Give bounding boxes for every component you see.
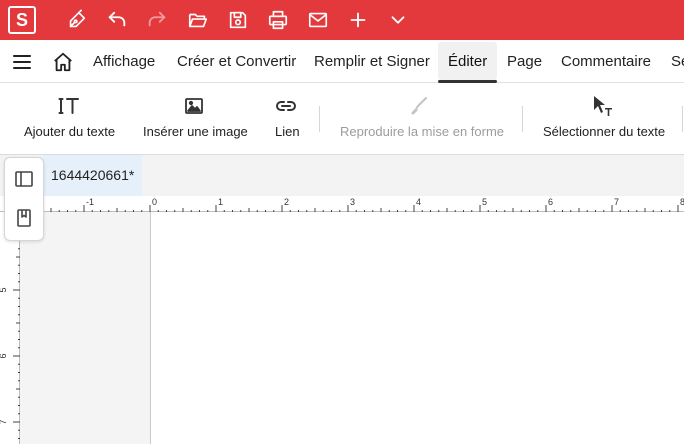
ruler-label: -1: [86, 197, 94, 207]
vertical-ruler: 5 6 7: [0, 212, 20, 444]
menu-tab-page[interactable]: Page: [507, 53, 542, 70]
ruler-label: 3: [350, 197, 355, 207]
link-button[interactable]: Lien: [266, 84, 308, 155]
vertical-ruler-graphic: 5 6 7: [0, 223, 20, 439]
menu-tab-editer[interactable]: Éditer: [448, 53, 487, 70]
menu-tab-affichage[interactable]: Affichage: [93, 53, 155, 70]
horizontal-ruler-graphic: -1 0 1 2 3 4 5 6 7 8: [25, 197, 684, 212]
ruler-label: 5: [0, 287, 8, 292]
menu-tab-creer-convertir[interactable]: Créer et Convertir: [177, 53, 296, 70]
ruler-label: 7: [614, 197, 619, 207]
print-icon[interactable]: [266, 8, 290, 32]
ruler-label: 6: [548, 197, 553, 207]
toolbar-separator: [522, 106, 523, 132]
ruler-label: 7: [0, 419, 8, 424]
add-text-label: Ajouter du texte: [24, 124, 116, 139]
document-page[interactable]: [150, 212, 684, 444]
toolbar-separator: [319, 106, 320, 132]
redo-icon: [145, 8, 169, 32]
toolbar-separator: [682, 106, 683, 132]
link-label: Lien: [275, 124, 300, 139]
undo-icon[interactable]: [105, 8, 129, 32]
insert-image-button[interactable]: Insérer une image: [136, 84, 254, 155]
image-icon: [182, 94, 206, 118]
save-icon[interactable]: [226, 8, 250, 32]
horizontal-ruler: -1 0 1 2 3 4 5 6 7 8: [0, 196, 684, 212]
side-panel: [4, 157, 44, 241]
add-text-icon: [57, 94, 81, 118]
insert-image-label: Insérer une image: [143, 124, 248, 139]
ruler-label: 0: [152, 197, 157, 207]
app-logo[interactable]: S: [8, 6, 36, 34]
format-painter-button: Reproduire la mise en forme: [332, 84, 510, 155]
ruler-label: 1: [218, 197, 223, 207]
chevron-down-icon[interactable]: [386, 8, 410, 32]
home-icon[interactable]: [52, 51, 74, 73]
bookmark-icon[interactable]: [14, 208, 34, 228]
ruler-label: 8: [680, 197, 684, 207]
document-tab-strip: 1644420661*: [0, 155, 684, 196]
pen-icon[interactable]: [65, 8, 89, 32]
format-painter-icon: [408, 94, 432, 118]
select-text-label: Sélectionner du texte: [543, 124, 666, 139]
ruler-label: 5: [482, 197, 487, 207]
link-icon: [274, 94, 298, 118]
canvas-margin: [20, 212, 150, 444]
menu-tab-commentaire[interactable]: Commentaire: [561, 53, 651, 70]
add-text-button[interactable]: Ajouter du texte: [16, 84, 124, 155]
menu-tab-remplir-signer[interactable]: Remplir et Signer: [314, 53, 430, 70]
document-tab-label: 1644420661*: [51, 167, 135, 183]
title-bar: S: [0, 0, 684, 40]
select-text-icon: [591, 94, 615, 118]
ribbon-toolbar: Ajouter du texte Insérer une image Lien …: [0, 84, 684, 155]
ruler-label: 2: [284, 197, 289, 207]
open-folder-icon[interactable]: [186, 8, 210, 32]
hamburger-menu-icon[interactable]: [12, 52, 32, 72]
ruler-label: 6: [0, 353, 8, 358]
menu-bar: Affichage Créer et Convertir Remplir et …: [0, 40, 684, 83]
active-tab-underline: [438, 80, 497, 83]
ruler-label: 4: [416, 197, 421, 207]
mail-icon[interactable]: [306, 8, 330, 32]
app-logo-letter: S: [15, 9, 28, 30]
plus-icon[interactable]: [346, 8, 370, 32]
select-text-button[interactable]: Sélectionner du texte: [536, 84, 670, 155]
sidebar-toggle-icon[interactable]: [14, 169, 34, 189]
format-painter-label: Reproduire la mise en forme: [340, 124, 505, 139]
menu-tab-securiser[interactable]: Sé: [671, 53, 684, 70]
